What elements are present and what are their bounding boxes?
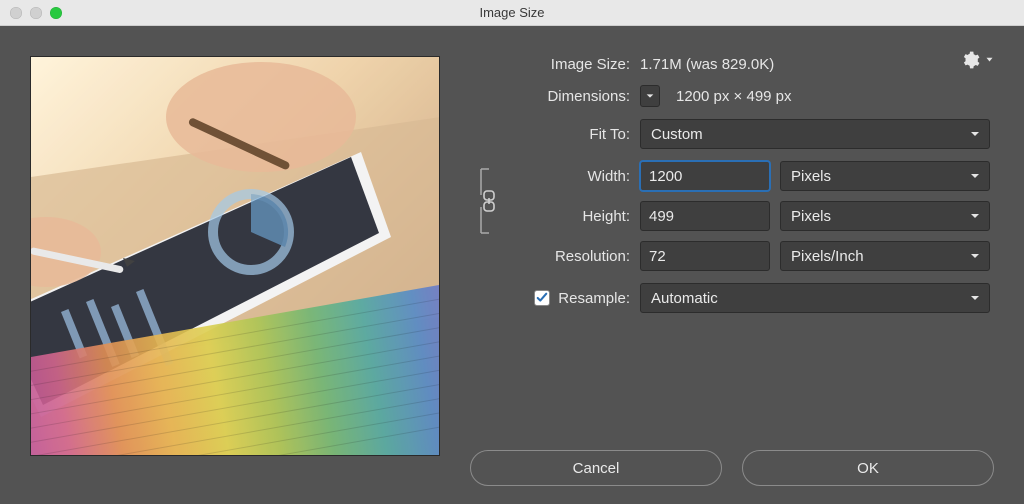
resolution-unit-value: Pixels/Inch — [791, 248, 864, 265]
constrain-proportions-icon[interactable] — [475, 163, 505, 239]
width-label: Width: — [510, 168, 640, 185]
fit-to-value: Custom — [651, 126, 703, 143]
resample-value: Automatic — [651, 290, 718, 307]
resample-select[interactable]: Automatic — [640, 283, 990, 313]
window-title: Image Size — [0, 5, 1024, 20]
minimize-window-button[interactable] — [30, 7, 42, 19]
image-size-value: 1.71M (was 829.0K) — [640, 56, 774, 73]
width-input[interactable] — [640, 161, 770, 191]
resolution-input[interactable] — [640, 241, 770, 271]
fit-to-label: Fit To: — [470, 126, 640, 143]
fit-to-select[interactable]: Custom — [640, 119, 990, 149]
dimensions-label: Dimensions: — [470, 88, 640, 105]
dimensions-value: 1200 px × 499 px — [676, 88, 792, 105]
height-label: Height: — [510, 208, 640, 225]
resample-label: Resample: — [558, 290, 630, 307]
width-unit-value: Pixels — [791, 168, 831, 185]
gear-icon[interactable] — [960, 50, 994, 74]
image-size-dialog: Image Size — [0, 0, 1024, 504]
window-controls — [10, 7, 62, 19]
height-unit-value: Pixels — [791, 208, 831, 225]
resolution-unit-select[interactable]: Pixels/Inch — [780, 241, 990, 271]
image-preview — [30, 56, 440, 456]
titlebar: Image Size — [0, 0, 1024, 26]
resolution-label: Resolution: — [470, 248, 640, 265]
zoom-window-button[interactable] — [50, 7, 62, 19]
close-window-button[interactable] — [10, 7, 22, 19]
dimensions-unit-toggle[interactable] — [640, 85, 660, 107]
cancel-button[interactable]: Cancel — [470, 450, 722, 486]
height-input[interactable] — [640, 201, 770, 231]
height-unit-select[interactable]: Pixels — [780, 201, 990, 231]
resample-checkbox[interactable] — [534, 290, 550, 306]
image-size-label: Image Size: — [470, 56, 640, 73]
width-unit-select[interactable]: Pixels — [780, 161, 990, 191]
ok-button[interactable]: OK — [742, 450, 994, 486]
